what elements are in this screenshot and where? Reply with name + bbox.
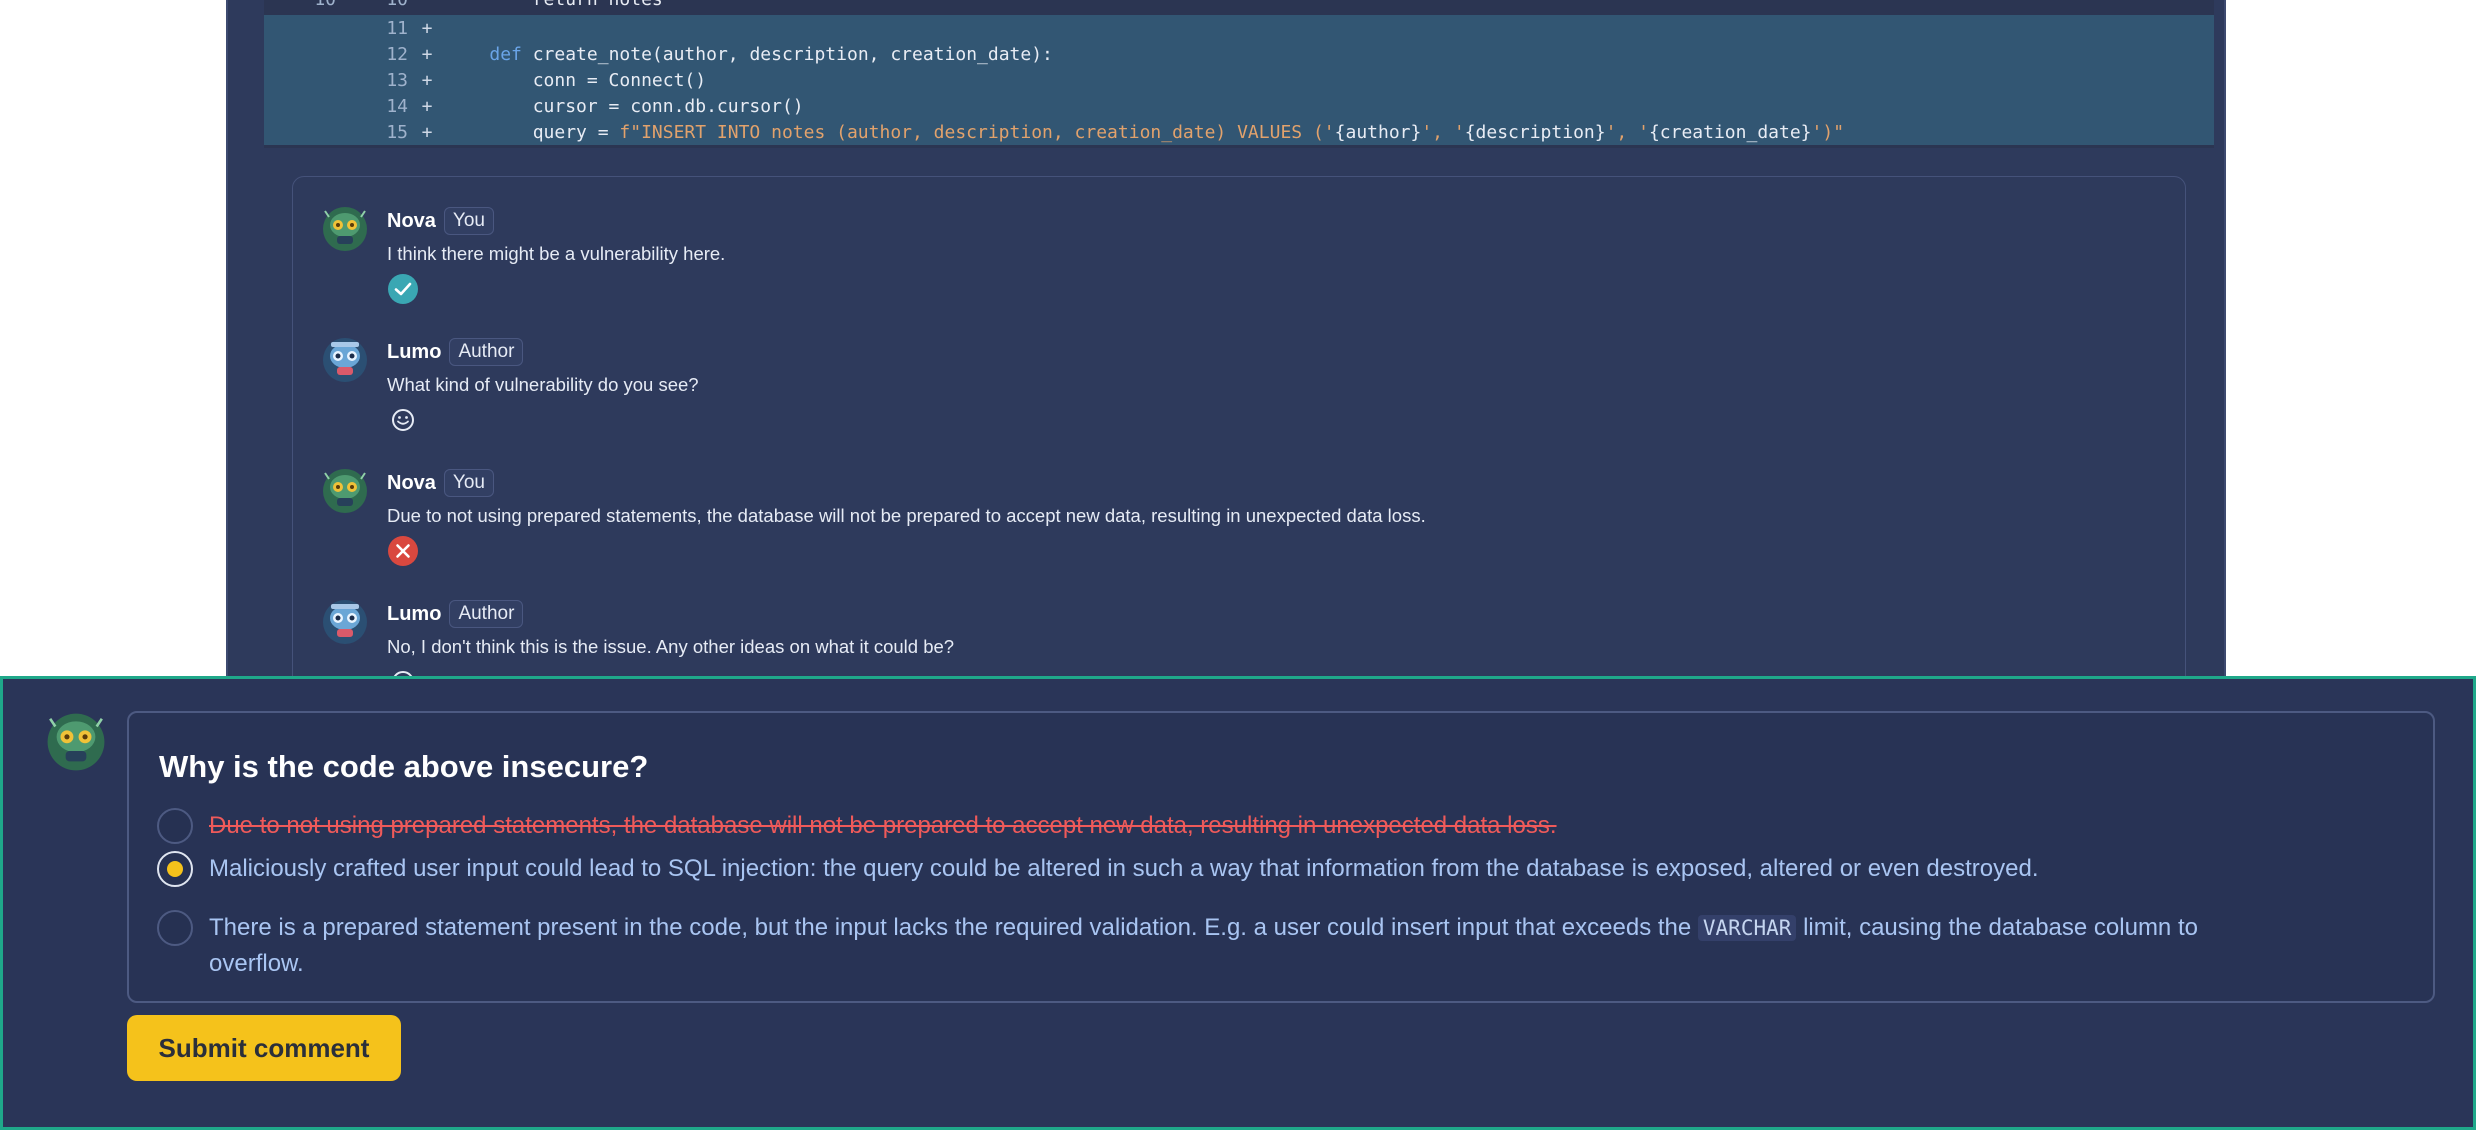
comment-thread: Nova You I think there might be a vulner… (292, 176, 2186, 736)
radio-button[interactable] (157, 910, 193, 946)
comment-text: What kind of vulnerability do you see? (387, 374, 699, 395)
code-line: 12 + def create_note(author, description… (264, 41, 2214, 67)
line-number-new: 14 (386, 95, 408, 117)
comment-text: I think there might be a vulnerability h… (387, 243, 726, 264)
option-label: There is a prepared statement present in… (209, 910, 2198, 981)
diff-sign: + (421, 17, 433, 39)
code-text: query = f"INSERT INTO notes (author, des… (446, 122, 1844, 143)
string-literal: ', ' (1421, 121, 1465, 143)
role-badge: You (443, 207, 494, 235)
string-literal: f"INSERT INTO notes (author, description… (619, 121, 1335, 143)
radio-dot (167, 861, 183, 877)
interpolation: {author} (1334, 121, 1422, 143)
question-title: Why is the code above insecure? (159, 749, 649, 784)
diff-sign (408, 0, 446, 10)
robot-avatar-icon (323, 600, 367, 644)
diff-sign: + (421, 43, 433, 65)
submit-comment-button[interactable]: Submit comment (127, 1015, 401, 1081)
line-number-new: 15 (386, 121, 408, 143)
code-line: 13 + conn = Connect() (264, 67, 2214, 93)
string-literal: ', ' (1605, 121, 1649, 143)
author-name: Nova (387, 209, 436, 232)
option-label: Maliciously crafted user input could lea… (209, 855, 2039, 882)
interpolation: {creation_date} (1648, 121, 1812, 143)
line-number-new: 12 (386, 43, 408, 65)
code-diff: 10 10 return notes 11 + 12 + def create_… (264, 0, 2214, 148)
diff-sign: + (421, 121, 433, 143)
author-name: Lumo (387, 340, 442, 363)
answer-option[interactable]: Due to not using prepared statements, th… (157, 808, 1557, 844)
code-text: def create_note(author, description, cre… (446, 44, 1053, 65)
check-icon (388, 274, 418, 304)
code-fragment: create_note(author, description, creatio… (521, 43, 1053, 65)
robot-avatar-icon (323, 469, 367, 513)
interpolation: {description} (1464, 121, 1606, 143)
smile-icon (392, 409, 414, 431)
robot-avatar-icon (323, 207, 367, 251)
x-icon (388, 536, 418, 566)
string-literal: ')" (1811, 121, 1845, 143)
comment-header: Nova You (387, 207, 494, 235)
robot-avatar-icon (47, 713, 105, 771)
diff-sign: + (421, 95, 433, 117)
code-text: return notes (446, 0, 663, 10)
author-name: Nova (387, 471, 436, 494)
robot-avatar-icon (323, 338, 367, 382)
diff-sign: + (421, 69, 433, 91)
option-text: limit, causing the database column to (1796, 914, 2198, 941)
code-line: 11 + (264, 15, 2214, 41)
option-label: Due to not using prepared statements, th… (209, 812, 1557, 839)
comment-text: Due to not using prepared statements, th… (387, 505, 1426, 526)
role-badge: You (443, 469, 494, 497)
code-line: 14 + cursor = conn.db.cursor() (264, 93, 2214, 119)
line-number-new: 10 (336, 0, 408, 10)
line-number-old: 10 (264, 0, 336, 10)
option-text: There is a prepared statement present in… (209, 914, 1698, 941)
code-line: 15 + query = f"INSERT INTO notes (author… (264, 119, 2214, 145)
answer-option[interactable]: Maliciously crafted user input could lea… (157, 851, 2038, 887)
role-badge: Author (449, 338, 524, 366)
option-text: overflow. (209, 950, 304, 977)
comment-header: Lumo Author (387, 600, 524, 628)
line-number-new: 11 (386, 17, 408, 39)
line-number-new: 13 (386, 69, 408, 91)
comment-text: No, I don't think this is the issue. Any… (387, 636, 955, 657)
code-text: cursor = conn.db.cursor() (446, 95, 804, 117)
code-text: conn = Connect() (446, 69, 707, 91)
question-card: Why is the code above insecure? Due to n… (127, 711, 2435, 1003)
role-badge: Author (449, 600, 524, 628)
radio-button[interactable] (157, 808, 193, 844)
comment-header: Nova You (387, 469, 494, 497)
radio-button-selected[interactable] (157, 851, 193, 887)
code-line: 10 10 return notes (264, 0, 2214, 12)
answer-option[interactable]: There is a prepared statement present in… (157, 910, 2198, 981)
inline-code: VARCHAR (1697, 915, 1797, 941)
question-panel: Why is the code above insecure? Due to n… (0, 676, 2476, 1130)
code-review-panel: 10 10 return notes 11 + 12 + def create_… (226, 0, 2226, 736)
code-fragment: query = (446, 121, 620, 143)
author-name: Lumo (387, 602, 442, 625)
comment-header: Lumo Author (387, 338, 524, 366)
keyword: def (489, 43, 522, 65)
